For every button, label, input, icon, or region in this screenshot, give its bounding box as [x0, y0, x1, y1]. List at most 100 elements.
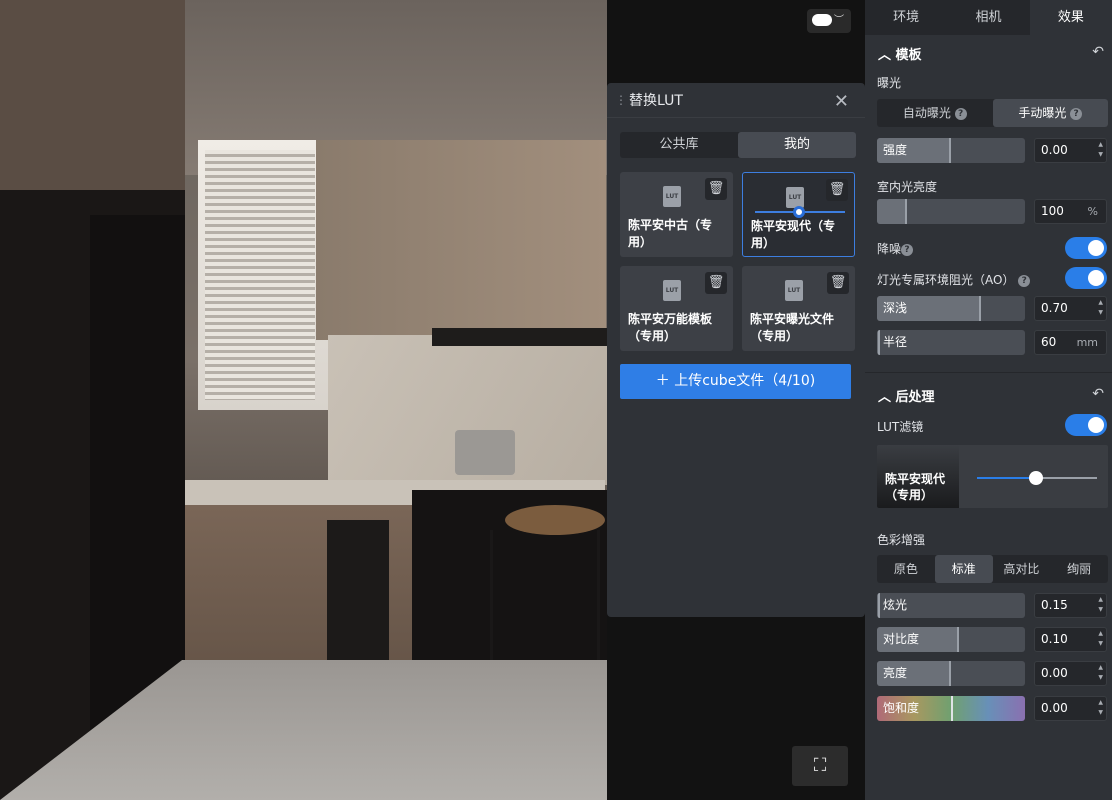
- color-mode-original[interactable]: 原色: [877, 555, 935, 583]
- input-value: 0.15: [1041, 598, 1068, 612]
- saturation-slider[interactable]: 饱和度: [877, 696, 1025, 721]
- slider-label: 半径: [883, 335, 908, 349]
- lut-card[interactable]: LUT 🗑 陈平安万能模板（专用）: [620, 266, 733, 351]
- tab-camera[interactable]: 相机: [947, 0, 1029, 35]
- dialog-header[interactable]: ⋮⋮ 替换LUT ✕: [607, 83, 865, 118]
- lut-file-icon: LUT: [663, 280, 681, 301]
- lut-card[interactable]: LUT 🗑 陈平安曝光文件（专用）: [742, 266, 855, 351]
- color-mode-standard[interactable]: 标准: [934, 555, 993, 583]
- indoor-light-slider[interactable]: [877, 199, 1025, 224]
- trash-icon[interactable]: 🗑: [705, 178, 727, 200]
- slider-label: 亮度: [883, 666, 908, 680]
- trash-icon[interactable]: 🗑: [827, 272, 849, 294]
- slider-handle[interactable]: [1029, 471, 1043, 485]
- contrast-slider[interactable]: 对比度: [877, 627, 1025, 652]
- fullscreen-icon[interactable]: ⛶: [792, 746, 848, 786]
- slider-handle[interactable]: [951, 696, 953, 721]
- slider-fill: [877, 199, 907, 224]
- view-toggle[interactable]: ︶: [807, 9, 851, 33]
- slider-handle[interactable]: [793, 206, 805, 218]
- manual-exposure-option[interactable]: 手动曝光 ?: [992, 99, 1108, 127]
- render-preview-image: [0, 0, 607, 800]
- contrast-input[interactable]: 0.10 ▲ ▼: [1034, 627, 1107, 652]
- help-icon[interactable]: ?: [954, 107, 967, 120]
- trash-icon[interactable]: 🗑: [705, 272, 727, 294]
- help-icon[interactable]: ?: [901, 243, 914, 256]
- template-section-header[interactable]: ︿ 模板: [878, 44, 922, 63]
- tab-environment[interactable]: 环境: [865, 0, 947, 35]
- stepper-icon[interactable]: ▲ ▼: [1098, 698, 1103, 718]
- trash-icon[interactable]: 🗑: [826, 179, 848, 201]
- divider: [865, 372, 1112, 373]
- slider-label: 饱和度: [883, 701, 920, 715]
- unit-label: mm: [1076, 336, 1098, 349]
- slider-label: 炫光: [883, 598, 908, 612]
- settings-panel: 环境 相机 效果 ︿ 模板 ↶ 曝光 自动曝光 ? 手动曝光 ? 强度 0.00…: [865, 0, 1112, 800]
- lut-card[interactable]: LUT 🗑 陈平安中古（专用）: [620, 172, 733, 257]
- lut-thumbnail[interactable]: 陈平安现代（专用）: [877, 445, 959, 508]
- upload-cube-button[interactable]: ＋ 上传cube文件（4/10): [620, 364, 851, 399]
- lut-card-name: 陈平安万能模板（专用）: [628, 312, 713, 343]
- chevron-up-icon: ︿: [878, 390, 896, 405]
- brightness-input[interactable]: 0.00 ▲ ▼: [1034, 661, 1107, 686]
- lut-strength-slider[interactable]: [977, 471, 1097, 485]
- lut-strength-slider[interactable]: [755, 206, 845, 218]
- indoor-light-input[interactable]: 100%: [1034, 199, 1107, 224]
- auto-exposure-option[interactable]: 自动曝光 ?: [877, 99, 993, 127]
- tab-public-library[interactable]: 公共库: [620, 132, 738, 158]
- indoor-light-label: 室内光亮度: [877, 180, 938, 194]
- reset-icon[interactable]: ↶: [1092, 386, 1104, 402]
- help-icon[interactable]: ?: [1018, 274, 1031, 287]
- lut-library-tabs: 公共库 我的: [620, 132, 856, 158]
- color-enhance-label: 色彩增强: [877, 533, 926, 547]
- tab-my-library[interactable]: 我的: [738, 132, 856, 158]
- glare-input[interactable]: 0.15 ▲ ▼: [1034, 593, 1107, 618]
- intensity-slider[interactable]: 强度: [877, 138, 1025, 163]
- color-mode-high-contrast[interactable]: 高对比: [993, 555, 1051, 583]
- reset-icon[interactable]: ↶: [1092, 44, 1104, 60]
- intensity-input[interactable]: 0.00 ▲ ▼: [1034, 138, 1107, 163]
- exposure-mode-segmented: 自动曝光 ? 手动曝光 ?: [877, 99, 1108, 127]
- slider-fill: [877, 330, 880, 355]
- drag-handle-icon[interactable]: ⋮⋮: [615, 93, 637, 107]
- input-value: 0.10: [1041, 632, 1068, 646]
- stepper-icon[interactable]: ▲ ▼: [1098, 663, 1103, 683]
- lut-card-name: 陈平安曝光文件（专用）: [750, 312, 835, 343]
- glare-slider[interactable]: 炫光: [877, 593, 1025, 618]
- post-section-header[interactable]: ︿ 后处理: [878, 386, 935, 405]
- radius-slider[interactable]: 半径: [877, 330, 1025, 355]
- color-mode-vivid[interactable]: 绚丽: [1050, 555, 1108, 583]
- input-value: 100: [1041, 204, 1064, 218]
- depth-input[interactable]: 0.70 ▲ ▼: [1034, 296, 1107, 321]
- input-value: 0.00: [1041, 666, 1068, 680]
- close-icon[interactable]: ✕: [834, 91, 849, 112]
- help-icon[interactable]: ?: [1070, 107, 1083, 120]
- dialog-title: 替换LUT: [629, 93, 683, 109]
- lut-card-selected[interactable]: LUT 🗑 陈平安现代（专用）: [742, 172, 855, 257]
- lut-card-name: 陈平安中古（专用）: [628, 218, 713, 249]
- tab-effects[interactable]: 效果: [1029, 0, 1112, 35]
- input-value: 0.00: [1041, 701, 1068, 715]
- saturation-input[interactable]: 0.00 ▲ ▼: [1034, 696, 1107, 721]
- brightness-slider[interactable]: 亮度: [877, 661, 1025, 686]
- option-label: 手动曝光: [1018, 106, 1067, 120]
- eye-closed-icon: ︶: [834, 15, 844, 26]
- input-value: 0.70: [1041, 301, 1068, 315]
- input-value: 60: [1041, 335, 1057, 349]
- lut-filter-toggle[interactable]: [1065, 414, 1107, 436]
- lut-filter-label: LUT滤镜: [877, 420, 924, 434]
- slider-label: 深浅: [883, 301, 908, 315]
- toggle-knob: [1088, 417, 1104, 433]
- depth-slider[interactable]: 深浅: [877, 296, 1025, 321]
- chevron-up-icon: ︿: [878, 48, 896, 63]
- section-title: 模板: [895, 48, 922, 63]
- stepper-icon[interactable]: ▲ ▼: [1098, 595, 1103, 615]
- denoise-toggle[interactable]: [1065, 237, 1107, 259]
- lut-filter-selector[interactable]: 陈平安现代（专用）: [877, 445, 1108, 508]
- lut-file-icon: LUT: [785, 280, 803, 301]
- stepper-icon[interactable]: ▲ ▼: [1098, 298, 1103, 318]
- radius-input[interactable]: 60 mm: [1034, 330, 1107, 355]
- stepper-icon[interactable]: ▲ ▼: [1098, 140, 1103, 160]
- stepper-icon[interactable]: ▲ ▼: [1098, 629, 1103, 649]
- ao-toggle[interactable]: [1065, 267, 1107, 289]
